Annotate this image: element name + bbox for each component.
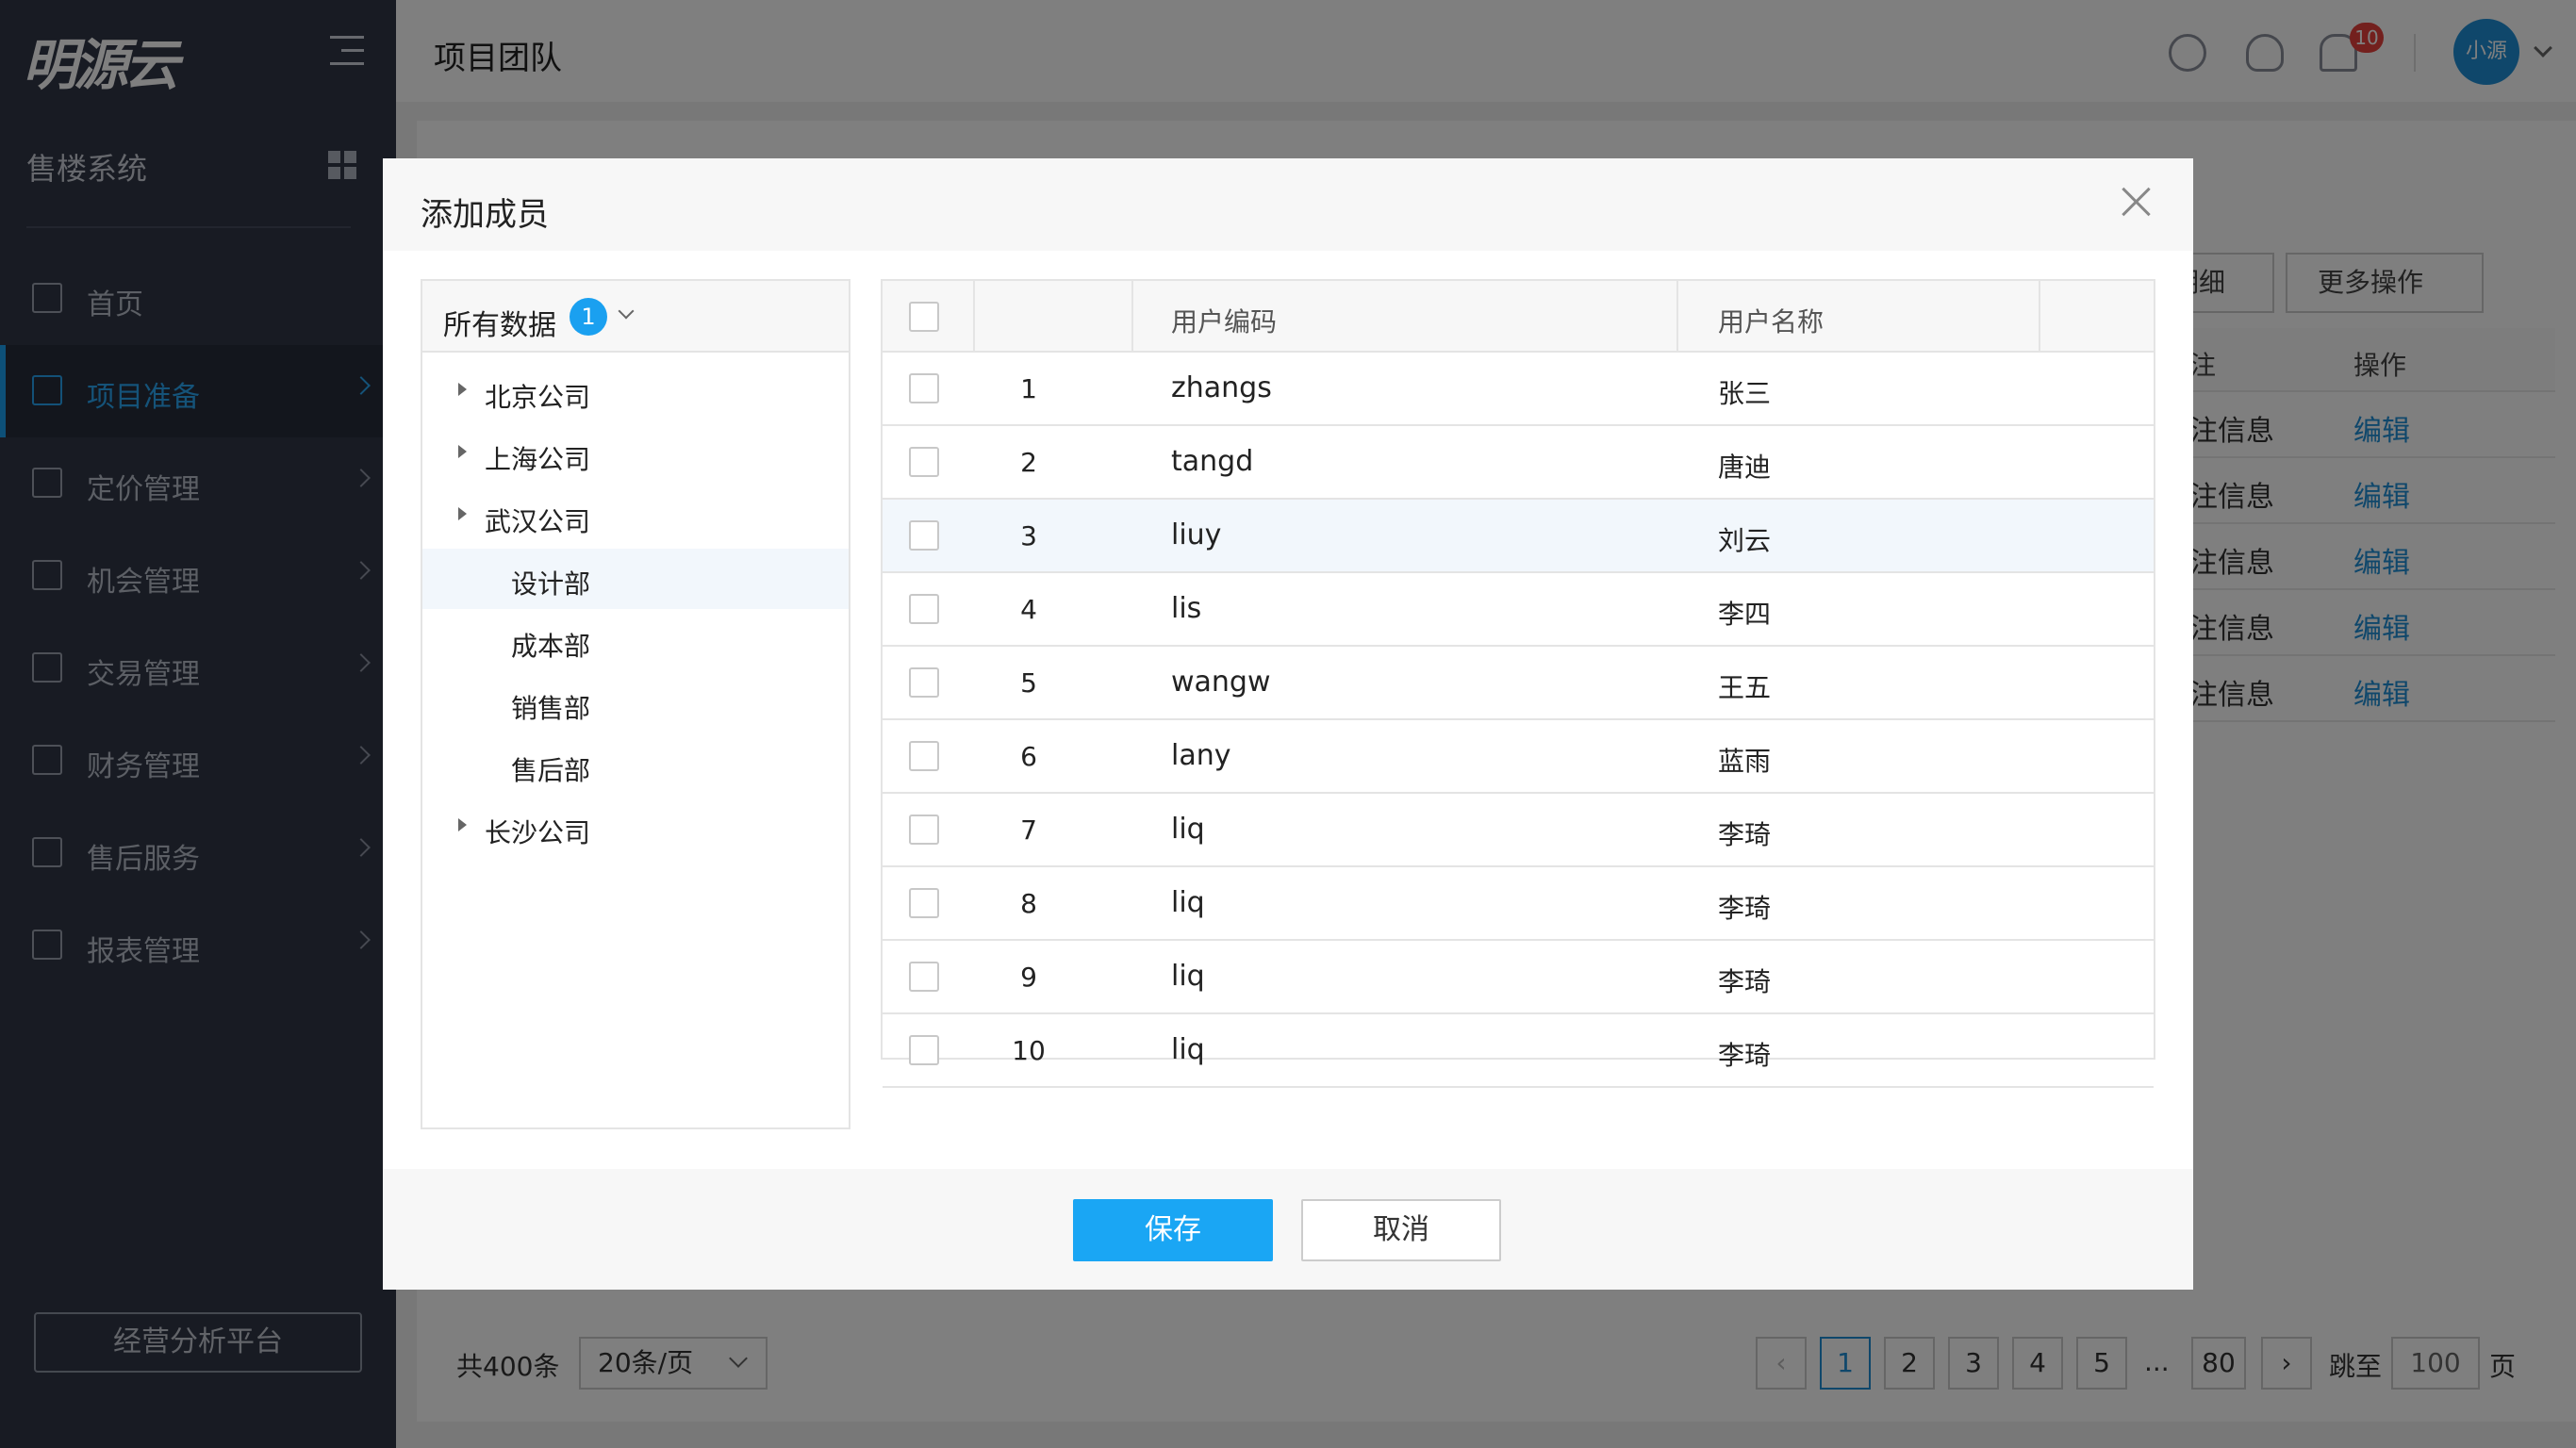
row-checkbox[interactable] [909, 888, 939, 918]
row-number: 10 [1012, 1035, 1046, 1066]
row-checkbox[interactable] [909, 447, 939, 477]
caret-right-icon[interactable] [458, 818, 467, 831]
tree-node-label: 武汉公司 [485, 506, 591, 537]
caret-right-icon[interactable] [458, 445, 467, 458]
user-table: 用户编码 用户名称 1 zhangs 张三 2 tangd 唐迪 3 liuy 刘云 4 lis 李四… [881, 279, 2155, 1088]
tree-node[interactable]: 武汉公司 [422, 486, 849, 547]
table-row[interactable]: 5 wangw 王五 [883, 647, 2154, 720]
org-tree-header[interactable]: 所有数据 1 [422, 281, 849, 353]
user-code-header: 用户编码 [1171, 306, 1278, 337]
row-checkbox[interactable] [909, 594, 939, 624]
table-row[interactable]: 10 liq 李琦 [883, 1014, 2154, 1088]
tree-title: 所有数据 [443, 309, 556, 342]
row-number: 5 [1020, 667, 1037, 699]
table-row[interactable]: 9 liq 李琦 [883, 941, 2154, 1014]
tree-node-label: 上海公司 [485, 444, 591, 475]
column-divider [1131, 281, 1133, 353]
row-checkbox[interactable] [909, 814, 939, 845]
user-name-cell: 唐迪 [1718, 452, 1772, 483]
row-number: 8 [1020, 888, 1037, 919]
row-number: 2 [1020, 447, 1037, 478]
tree-node[interactable]: 成本部 [422, 611, 849, 671]
table-row[interactable]: 6 lany 蓝雨 [883, 720, 2154, 794]
user-code-cell: liq [1171, 1033, 1205, 1066]
tree-node[interactable]: 设计部 [422, 549, 849, 609]
dialog-footer: 保存 取消 [383, 1169, 2193, 1290]
table-row[interactable]: 8 liq 李琦 [883, 867, 2154, 941]
tree-node-label: 售后部 [511, 755, 591, 786]
user-name-cell: 王五 [1718, 672, 1772, 703]
row-checkbox[interactable] [909, 962, 939, 992]
user-name-cell: 李琦 [1718, 893, 1772, 924]
tree-node-label: 长沙公司 [485, 817, 591, 848]
user-code-cell: wangw [1171, 666, 1271, 699]
row-checkbox[interactable] [909, 1035, 939, 1065]
save-button[interactable]: 保存 [1073, 1199, 1273, 1261]
tree-node[interactable]: 售后部 [422, 735, 849, 796]
row-checkbox[interactable] [909, 741, 939, 771]
dialog-title: 添加成员 [421, 196, 549, 234]
row-number: 7 [1020, 814, 1037, 846]
table-row[interactable]: 4 lis 李四 [883, 573, 2154, 647]
close-icon[interactable] [2118, 183, 2155, 221]
tree-node[interactable]: 北京公司 [422, 362, 849, 422]
user-code-cell: tangd [1171, 445, 1254, 478]
user-code-cell: lany [1171, 739, 1231, 772]
tree-node[interactable]: 上海公司 [422, 424, 849, 485]
user-name-cell: 李琦 [1718, 1040, 1772, 1071]
table-row[interactable]: 7 liq 李琦 [883, 794, 2154, 867]
tree-node-label: 设计部 [511, 568, 591, 600]
org-tree-panel: 所有数据 1 北京公司上海公司武汉公司设计部成本部销售部售后部长沙公司 [421, 279, 850, 1129]
table-row[interactable]: 1 zhangs 张三 [883, 353, 2154, 426]
row-checkbox[interactable] [909, 520, 939, 551]
tree-node[interactable]: 长沙公司 [422, 798, 849, 858]
user-code-cell: liuy [1171, 518, 1222, 551]
row-number: 4 [1020, 594, 1037, 625]
tree-count-badge: 1 [570, 298, 607, 336]
user-name-cell: 张三 [1718, 378, 1772, 409]
row-number: 1 [1020, 373, 1037, 404]
dialog-header: 添加成员 [383, 158, 2193, 251]
chevron-down-icon[interactable] [618, 303, 635, 320]
column-divider [2039, 281, 2040, 353]
add-member-dialog: 添加成员 所有数据 1 北京公司上海公司武汉公司设计部成本部销售部售后部长沙公司… [383, 158, 2193, 1290]
tree-node[interactable]: 销售部 [422, 673, 849, 733]
row-number: 6 [1020, 741, 1037, 772]
row-checkbox[interactable] [909, 667, 939, 698]
user-name-cell: 李琦 [1718, 819, 1772, 850]
user-name-cell: 刘云 [1718, 525, 1772, 556]
tree-node-label: 北京公司 [485, 382, 591, 413]
row-checkbox[interactable] [909, 373, 939, 403]
column-divider [973, 281, 975, 353]
row-number: 3 [1020, 520, 1037, 551]
user-code-cell: liq [1171, 886, 1205, 919]
user-name-cell: 李琦 [1718, 966, 1772, 997]
caret-right-icon[interactable] [458, 383, 467, 396]
cancel-button[interactable]: 取消 [1301, 1199, 1501, 1261]
user-name-cell: 李四 [1718, 599, 1772, 630]
table-row[interactable]: 3 liuy 刘云 [883, 500, 2154, 573]
row-number: 9 [1020, 962, 1037, 993]
user-code-cell: liq [1171, 960, 1205, 993]
table-row[interactable]: 2 tangd 唐迪 [883, 426, 2154, 500]
user-code-cell: liq [1171, 813, 1205, 846]
user-name-cell: 蓝雨 [1718, 746, 1772, 777]
select-all-checkbox[interactable] [909, 302, 939, 332]
user-table-header: 用户编码 用户名称 [883, 281, 2154, 353]
user-code-cell: zhangs [1171, 371, 1272, 404]
caret-right-icon[interactable] [458, 507, 467, 520]
tree-node-label: 销售部 [511, 693, 591, 724]
user-name-header: 用户名称 [1718, 306, 1825, 337]
column-divider [1676, 281, 1678, 353]
tree-node-label: 成本部 [511, 631, 591, 662]
user-code-cell: lis [1171, 592, 1202, 625]
